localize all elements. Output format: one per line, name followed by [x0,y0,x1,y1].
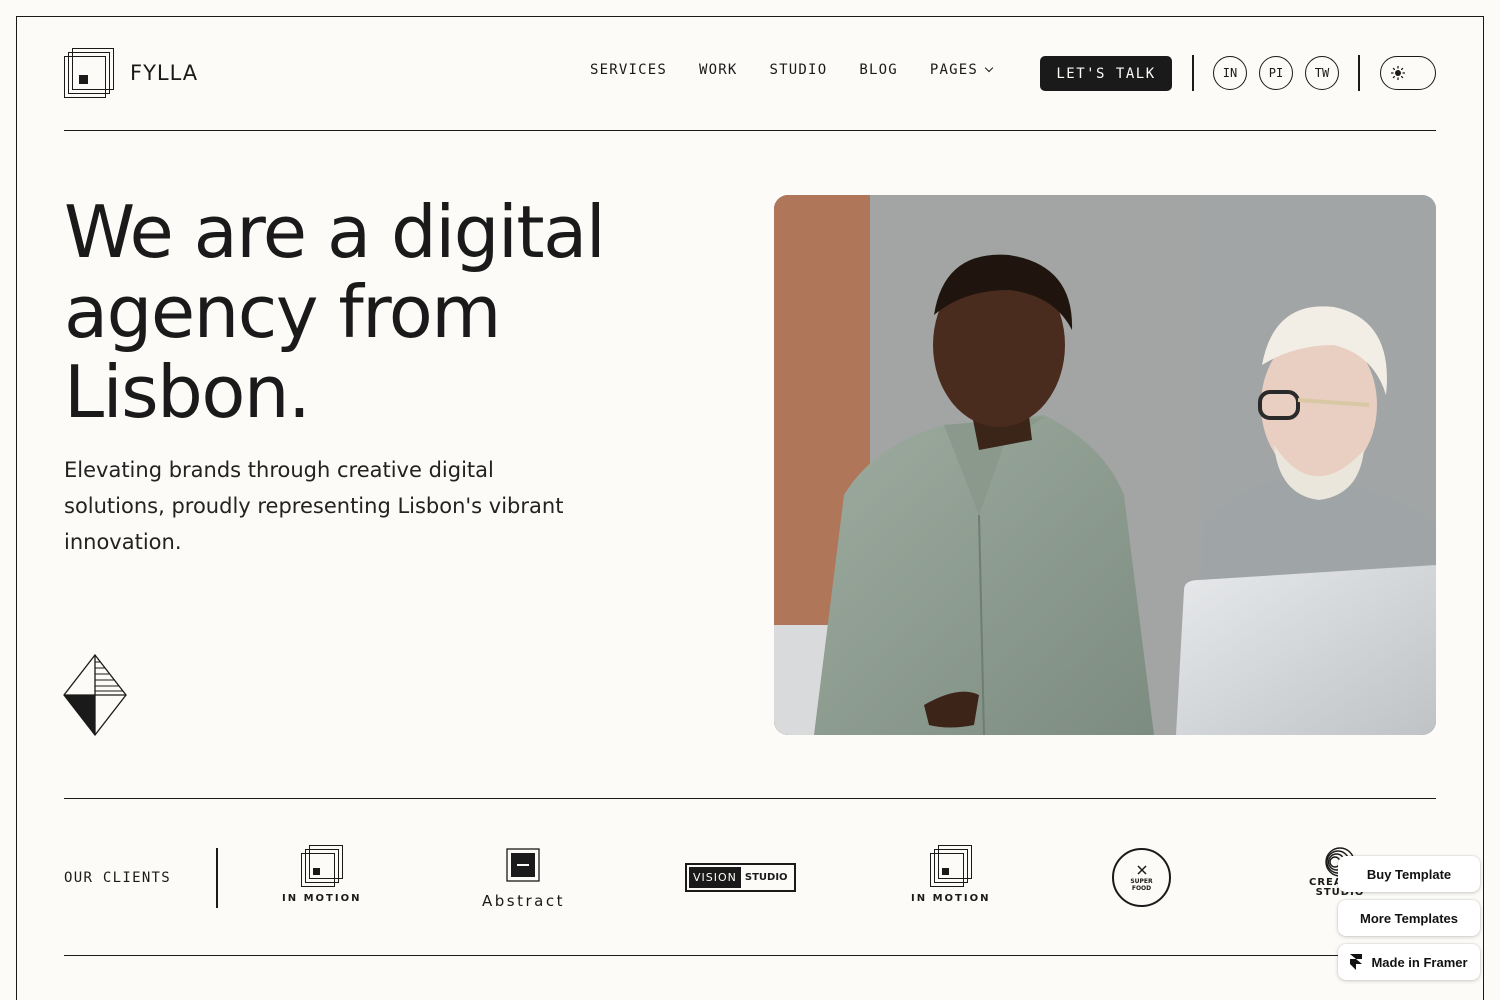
abstract-mark-icon [506,848,541,882]
logo-mark-icon [64,48,114,98]
header-divider [1192,55,1194,91]
clients-top-rule [64,798,1436,800]
client-logo-superfood: SUPER FOOD [1112,848,1171,907]
main-nav: SERVICES WORK STUDIO BLOG PAGES [590,62,1024,78]
inmotion-mark-icon [929,845,972,887]
clients-label: OUR CLIENTS [64,870,172,886]
made-in-framer-badge[interactable]: Made in Framer [1338,944,1480,980]
client-logo-inmotion: IN MOTION [911,845,990,904]
client-name: IN MOTION [282,893,362,904]
twitter-link[interactable]: TW [1305,56,1339,90]
nav-services[interactable]: SERVICES [590,62,667,78]
header-divider [1358,55,1360,91]
client-name: Abstract [482,892,565,910]
nav-studio[interactable]: STUDIO [770,62,828,78]
header-rule [64,130,1436,132]
nav-work[interactable]: WORK [699,62,738,78]
pinterest-link[interactable]: PI [1259,56,1293,90]
hero-photo-illustration [774,195,1436,735]
client-name: VISION [689,867,741,888]
client-name: SUPER FOOD [1130,877,1153,892]
chevron-down-icon [984,63,994,73]
framer-logo-icon [1350,954,1363,970]
utensils-icon [1136,864,1147,875]
linkedin-link[interactable]: IN [1213,56,1247,90]
nav-blog[interactable]: BLOG [859,62,898,78]
made-in-framer-label: Made in Framer [1371,954,1468,970]
client-logo-inmotion: IN MOTION [282,845,361,904]
hero-title: We are a digital agency from Lisbon. [64,190,606,434]
buy-template-button[interactable]: Buy Template [1338,856,1480,892]
client-name-2: STUDIO [744,872,788,883]
nav-pages[interactable]: PAGES [929,62,994,78]
diamond-emblem-icon [63,654,127,736]
client-logo-abstract: Abstract [482,848,565,910]
hero-subtitle: Elevating brands through creative digita… [64,458,564,554]
client-name: IN MOTION [911,893,991,904]
brand-logo[interactable]: FYLLA [64,48,198,98]
hero-photo [774,195,1436,735]
sun-icon [1391,66,1405,80]
brand-name: FYLLA [130,61,199,85]
lets-talk-button[interactable]: LET'S TALK [1040,56,1172,91]
inmotion-mark-icon [300,845,343,887]
clients-divider [216,848,218,908]
nav-pages-label: PAGES [929,62,978,78]
clients-bottom-rule [64,955,1436,957]
client-logo-vision-studio: VISION STUDIO [685,863,796,892]
theme-toggle[interactable] [1380,56,1436,90]
more-templates-button[interactable]: More Templates [1338,900,1480,936]
